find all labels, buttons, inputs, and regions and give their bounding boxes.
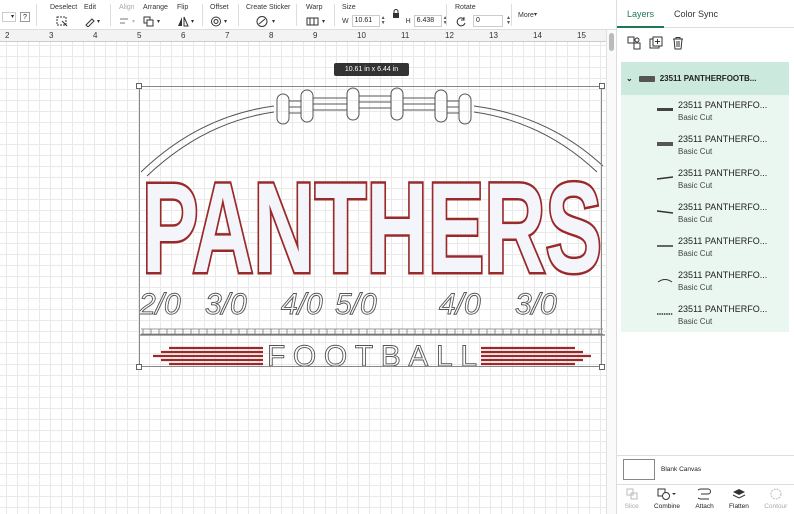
contour-icon bbox=[770, 488, 782, 500]
ruler-tick-label: 6 bbox=[181, 31, 186, 40]
horizontal-ruler: 2 3 4 5 6 7 8 9 10 11 12 13 14 15 bbox=[0, 30, 606, 42]
rotate-icon bbox=[455, 16, 467, 27]
layer-thumbnail-icon bbox=[657, 176, 673, 180]
combine-icon bbox=[657, 488, 677, 500]
blank-canvas-swatch[interactable] bbox=[623, 459, 655, 480]
layer-thumbnail-icon bbox=[657, 313, 673, 315]
flatten-button[interactable]: Flatten bbox=[729, 488, 749, 514]
resize-handle-bottom-right[interactable] bbox=[599, 364, 605, 370]
blank-canvas-row[interactable]: Blank Canvas bbox=[617, 455, 794, 483]
arrange-button[interactable]: Arrange ▾ bbox=[143, 3, 168, 27]
ruler-tick-label: 11 bbox=[401, 31, 410, 40]
size-group: Size W 10.61 ▲▼ H 6.438 ▲▼ bbox=[342, 3, 448, 27]
top-toolbar: ▾ ? Deselect Edit ▾ Align ▾ Arrange ▾ Fl… bbox=[0, 0, 616, 30]
layer-item[interactable]: 23511 PANTHERFO... Basic Cut bbox=[621, 231, 789, 265]
layers-panel: Layers Color Sync ⌄ 23511 PANTHERFOOTB..… bbox=[616, 0, 794, 514]
offset-icon: ▾ bbox=[210, 15, 227, 27]
layer-group-row[interactable]: ⌄ 23511 PANTHERFOOTB... bbox=[621, 62, 789, 95]
layer-list: 23511 PANTHERFO... Basic Cut 23511 PANTH… bbox=[621, 95, 789, 332]
arrange-icon: ▾ bbox=[143, 15, 160, 27]
chevron-down-icon: ▾ bbox=[2, 12, 16, 22]
duplicate-icon[interactable] bbox=[649, 36, 663, 60]
lock-icon[interactable] bbox=[392, 8, 400, 18]
layer-item[interactable]: 23511 PANTHERFO... Basic Cut bbox=[621, 299, 789, 333]
layer-item[interactable]: 23511 PANTHERFO... Basic Cut bbox=[621, 197, 789, 231]
create-sticker-button[interactable]: Create Sticker ▾ bbox=[246, 3, 290, 27]
group-icon[interactable] bbox=[627, 36, 641, 60]
attach-button[interactable]: Attach bbox=[695, 488, 714, 514]
rotate-group: Rotate 0 ▲ ▼ bbox=[455, 4, 511, 27]
group-thumbnail-icon bbox=[638, 75, 655, 82]
flatten-icon bbox=[732, 489, 746, 499]
layer-thumbnail-icon bbox=[657, 279, 673, 283]
width-field[interactable]: W 10.61 ▲ ▼ bbox=[342, 15, 386, 27]
layer-item[interactable]: 23511 PANTHERFO... Basic Cut bbox=[621, 163, 789, 197]
ruler-tick-label: 15 bbox=[577, 31, 586, 40]
ruler-tick-label: 4 bbox=[93, 31, 98, 40]
chevron-down-icon[interactable]: ⌄ bbox=[626, 74, 633, 83]
slice-icon bbox=[626, 488, 638, 500]
ruler-tick-label: 10 bbox=[357, 31, 366, 40]
layer-actions-bar: Slice Combine Attach Flatten Contour bbox=[617, 484, 794, 514]
layer-thumbnail-icon bbox=[657, 245, 673, 247]
height-field[interactable]: H 6.438 ▲▼ bbox=[406, 15, 448, 27]
combine-button[interactable]: Combine bbox=[654, 488, 680, 514]
width-stepper[interactable]: ▲ ▼ bbox=[381, 16, 386, 26]
ruler-tick-label: 13 bbox=[489, 31, 498, 40]
layer-thumbnail-icon bbox=[657, 108, 673, 111]
edit-button[interactable]: Edit ▾ bbox=[84, 3, 100, 27]
ruler-tick-label: 7 bbox=[225, 31, 230, 40]
ruler-tick-label: 12 bbox=[445, 31, 454, 40]
sticker-icon: ▾ bbox=[256, 15, 275, 27]
chevron-down-icon: ▾ bbox=[533, 12, 537, 18]
warp-button[interactable]: Warp ▾ bbox=[306, 3, 325, 27]
slice-button[interactable]: Slice bbox=[625, 488, 639, 514]
canvas-scrollbar[interactable] bbox=[606, 30, 616, 514]
ruler-tick-label: 3 bbox=[49, 31, 54, 40]
warp-icon: ▾ bbox=[306, 15, 325, 27]
tab-color-sync[interactable]: Color Sync bbox=[664, 0, 728, 28]
ruler-tick-label: 2 bbox=[5, 31, 10, 40]
selection-bounding-box[interactable] bbox=[136, 83, 605, 370]
layer-thumbnail-icon bbox=[657, 210, 673, 214]
layer-item[interactable]: 23511 PANTHERFO... Basic Cut bbox=[621, 265, 789, 299]
ruler-tick-label: 9 bbox=[313, 31, 318, 40]
resize-handle-top-right[interactable] bbox=[599, 83, 605, 89]
group-name: 23511 PANTHERFOOTB... bbox=[659, 74, 757, 83]
tab-layers[interactable]: Layers bbox=[617, 0, 665, 28]
offset-button[interactable]: Offset ▾ bbox=[210, 3, 229, 27]
flip-button[interactable]: Flip ▾ bbox=[177, 3, 194, 27]
zoom-dropdown[interactable]: ▾ bbox=[2, 12, 16, 22]
help-button[interactable]: ? bbox=[20, 12, 30, 22]
flip-icon: ▾ bbox=[177, 15, 194, 27]
panel-actions bbox=[617, 28, 794, 60]
deselect-icon bbox=[56, 15, 68, 27]
contour-button[interactable]: Contour bbox=[764, 488, 787, 514]
rotate-input[interactable]: 0 bbox=[473, 15, 503, 27]
more-menu-button[interactable]: More ▾ bbox=[518, 11, 537, 20]
align-button[interactable]: Align ▾ bbox=[119, 3, 135, 27]
layer-item[interactable]: 23511 PANTHERFO... Basic Cut bbox=[621, 95, 789, 129]
scrollbar-thumb[interactable] bbox=[609, 33, 614, 51]
size-tooltip: 10.61 in x 6.44 in bbox=[334, 63, 409, 76]
ruler-tick-label: 14 bbox=[533, 31, 542, 40]
layer-item[interactable]: 23511 PANTHERFO... Basic Cut bbox=[621, 129, 789, 163]
trash-icon[interactable] bbox=[671, 36, 685, 60]
ruler-tick-label: 8 bbox=[269, 31, 274, 40]
resize-handle-bottom-left[interactable] bbox=[136, 364, 142, 370]
ruler-tick-label: 5 bbox=[137, 31, 142, 40]
deselect-button[interactable]: Deselect bbox=[50, 3, 77, 27]
align-icon: ▾ bbox=[119, 15, 135, 27]
paperclip-icon bbox=[697, 488, 711, 500]
layer-thumbnail-icon bbox=[657, 142, 673, 146]
pencil-icon: ▾ bbox=[84, 15, 100, 27]
panel-tabs: Layers Color Sync bbox=[617, 0, 794, 28]
resize-handle-top-left[interactable] bbox=[136, 83, 142, 89]
